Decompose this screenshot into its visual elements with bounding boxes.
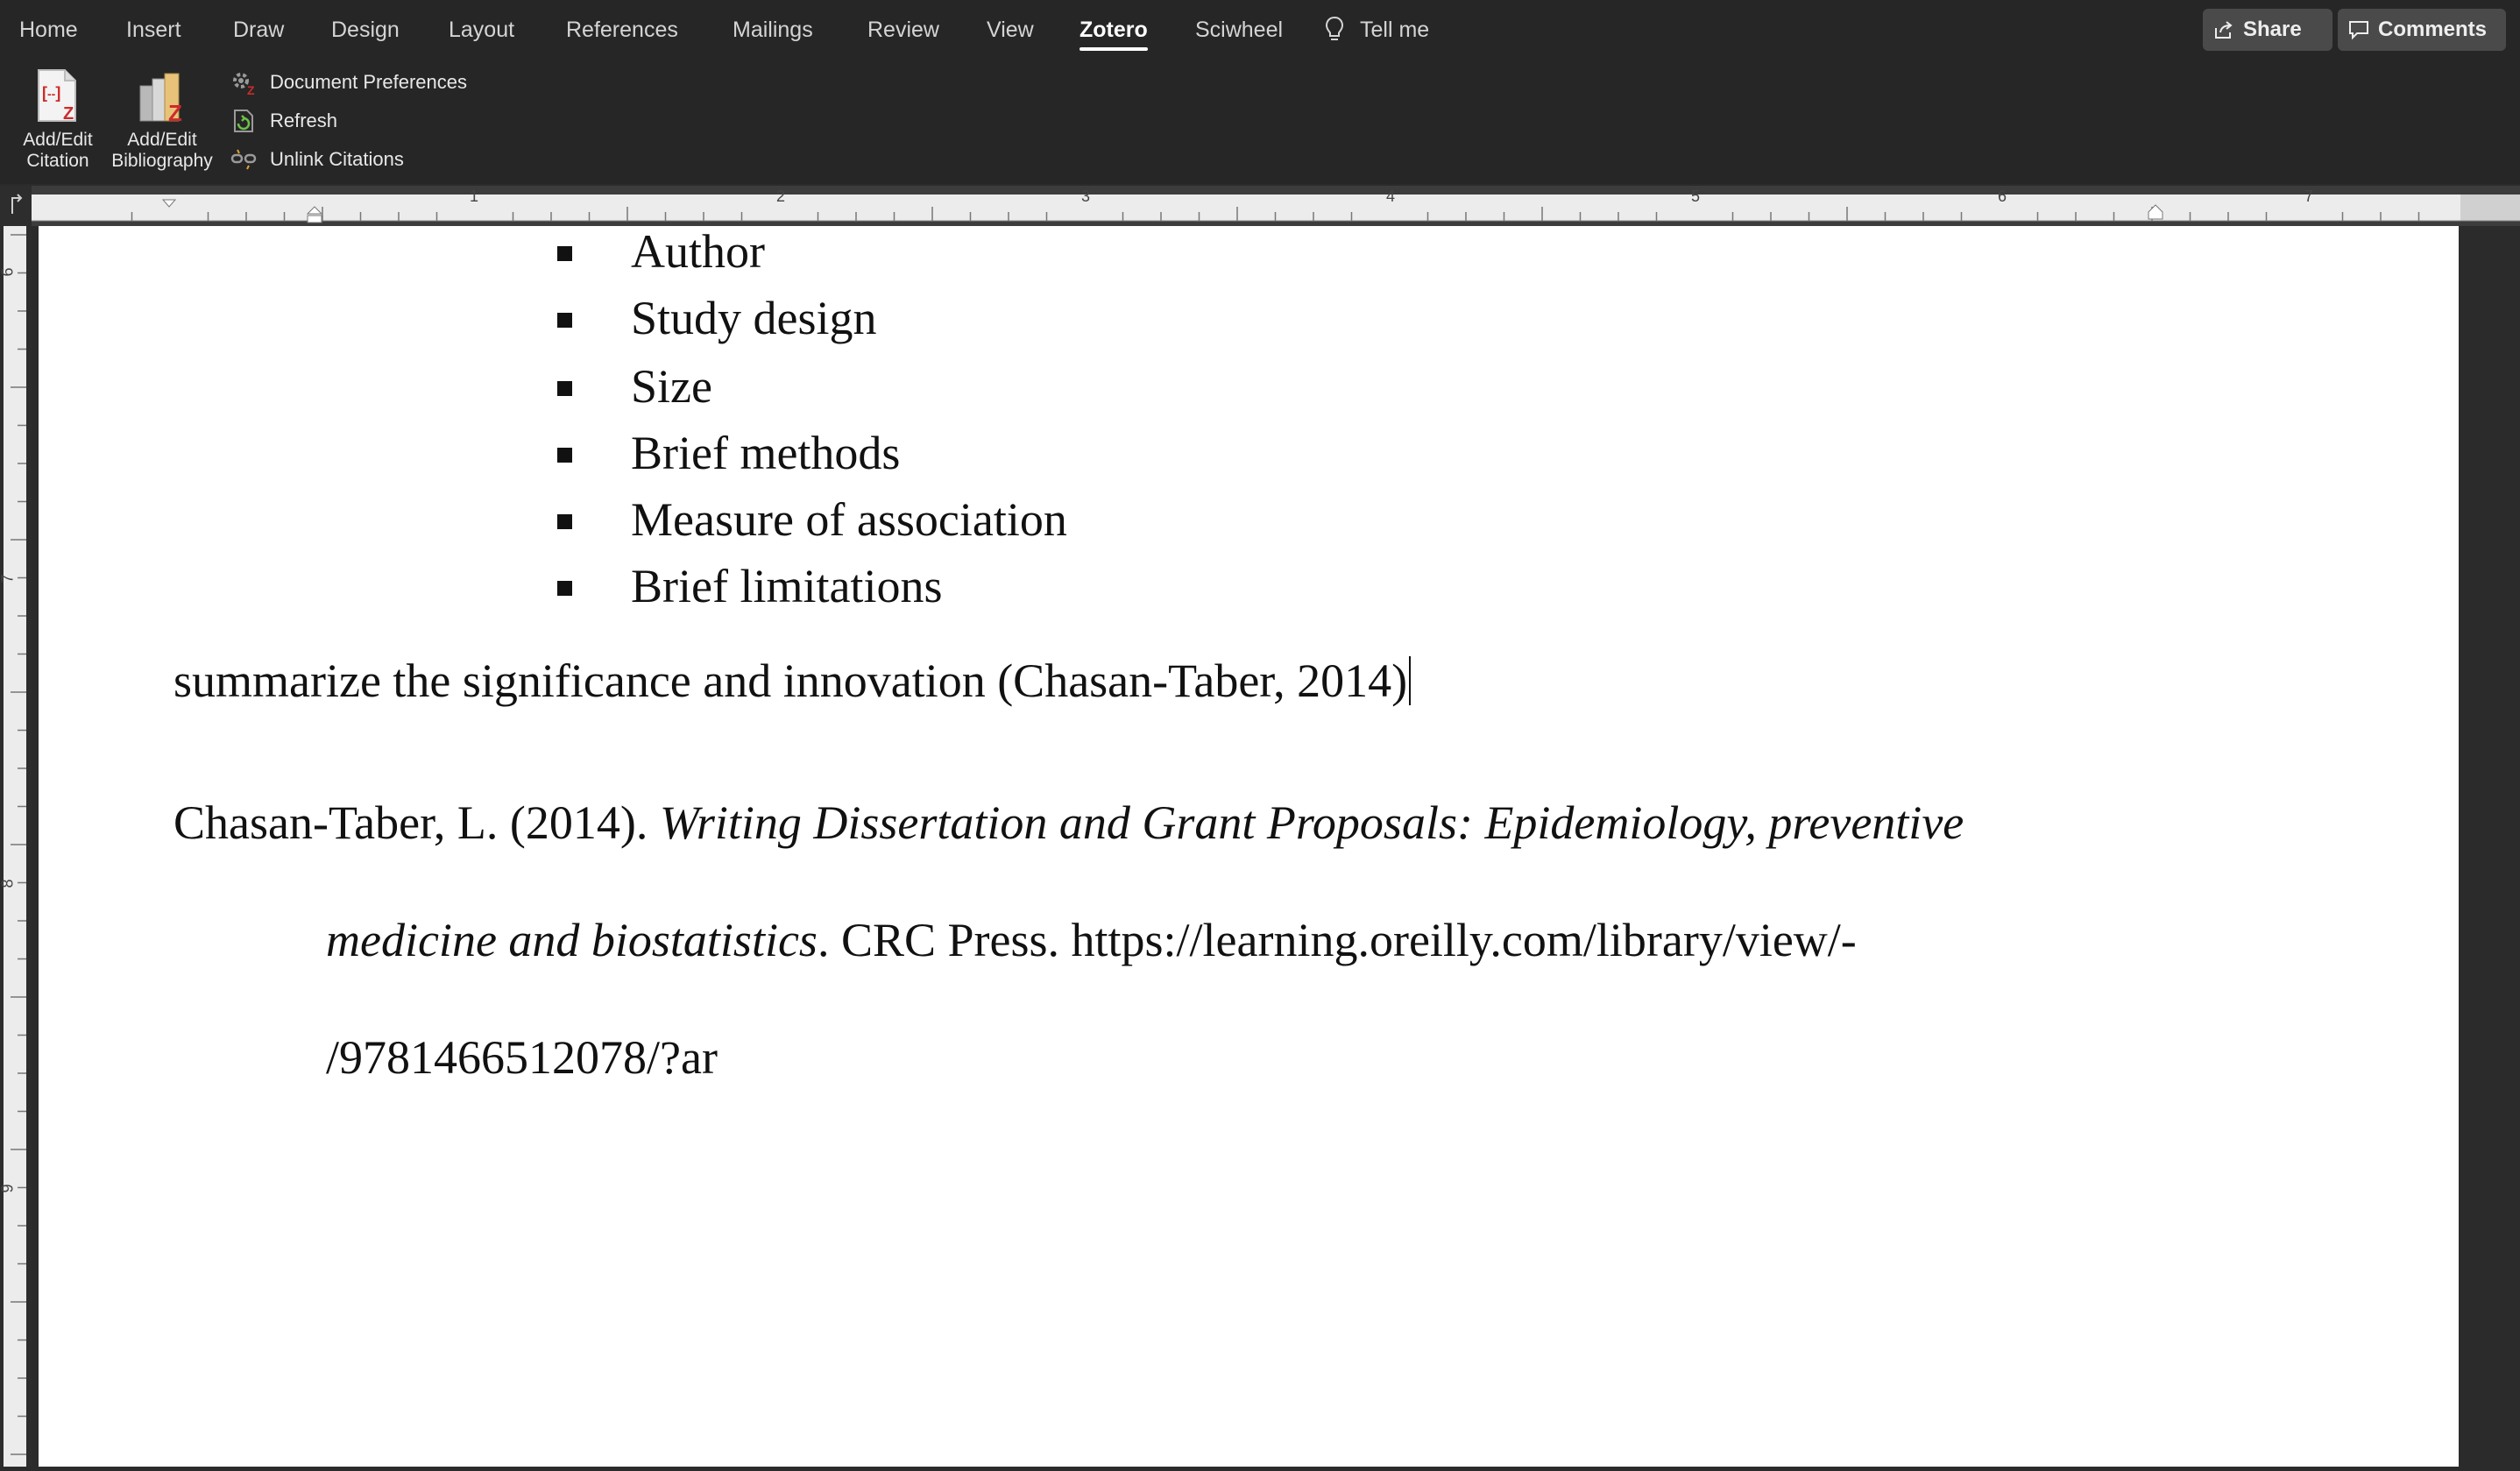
bibliography-entry-line1: Chasan-Taber, L. (2014). Writing Dissert… (173, 796, 1964, 850)
reference-publisher-url: . CRC Press. https://learning.oreilly.co… (817, 914, 1857, 966)
list-item-text: Study design (631, 292, 877, 344)
ruler-number: 7 (0, 574, 17, 583)
body-paragraph: summarize the significance and innovatio… (173, 654, 1412, 708)
share-button[interactable]: Share (2203, 9, 2332, 51)
bullet-marker (557, 448, 572, 463)
document-preferences-label: Document Preferences (270, 71, 467, 93)
ruler-number: 2 (776, 187, 786, 205)
ruler-number: 7 (2304, 187, 2314, 205)
document-page[interactable]: Author Study design Size Brief methods M… (39, 226, 2459, 1467)
zotero-citation-icon: [--] Z (38, 69, 76, 124)
comments-label: Comments (2378, 18, 2488, 41)
add-edit-bibliography-label: Add/Edit Bibliography (111, 130, 213, 171)
ruler-number: 6 (0, 267, 17, 277)
tab-zotero[interactable]: Zotero (1079, 14, 1148, 51)
gear-icon: Z (233, 73, 255, 95)
ribbon-tab-bar: Home Insert Draw Design Layout Reference… (0, 0, 2520, 60)
svg-text:[--]: [--] (42, 84, 60, 102)
paragraph-text: summarize the significance and innovatio… (173, 654, 1408, 707)
tab-layout[interactable]: Layout (449, 14, 514, 46)
zotero-ribbon: [--] Z Add/Edit Citation Z Add/Edit Bibl… (0, 60, 2520, 184)
ruler-number: 5 (1691, 187, 1701, 205)
list-item-text: Brief limitations (631, 560, 943, 612)
reference-title-continued: medicine and biostatistics (326, 914, 818, 966)
bullet-marker (557, 581, 572, 596)
tab-draw[interactable]: Draw (233, 14, 284, 46)
ruler-number: 6 (1998, 187, 2007, 205)
tab-insert[interactable]: Insert (126, 14, 181, 46)
share-label: Share (2243, 18, 2302, 41)
vertical-ruler[interactable]: 6 7 8 9 (0, 226, 32, 1467)
horizontal-ruler[interactable]: 1 2 3 4 5 6 7 (0, 186, 2520, 226)
list-item-text: Size (631, 360, 712, 413)
tab-mailings[interactable]: Mailings (733, 14, 813, 46)
tell-me-search[interactable]: Tell me (1360, 14, 1429, 46)
tab-home[interactable]: Home (19, 14, 78, 46)
add-edit-citation-button[interactable]: [--] Z Add/Edit Citation (16, 67, 100, 172)
unlink-icon (230, 149, 257, 170)
refresh-label: Refresh (270, 110, 338, 131)
comments-button[interactable]: Comments (2338, 9, 2506, 51)
comment-icon (2349, 21, 2368, 40)
svg-text:Z: Z (168, 100, 182, 124)
refresh-icon (234, 110, 253, 132)
vertical-ruler-ticks (4, 226, 26, 1467)
bullet-marker (557, 514, 572, 529)
zotero-bibliography-icon: Z (139, 73, 182, 126)
ruler-number: 8 (0, 879, 17, 888)
unlink-citations-button[interactable]: Unlink Citations (230, 144, 404, 175)
ruler-number: 4 (1386, 187, 1396, 205)
ruler-ticks (0, 186, 2520, 226)
list-item-text: Brief methods (631, 427, 901, 479)
tab-review[interactable]: Review (867, 14, 939, 46)
share-icon (2215, 21, 2233, 39)
refresh-button[interactable]: Refresh (230, 105, 337, 137)
ruler-number: 3 (1081, 187, 1091, 205)
bibliography-entry-line3: /9781466512078/?ar (326, 1030, 718, 1085)
text-cursor (1409, 656, 1412, 705)
add-edit-citation-label: Add/Edit Citation (23, 130, 93, 171)
tab-sciwheel[interactable]: Sciwheel (1195, 14, 1283, 46)
reference-author-year: Chasan-Taber, L. (2014). (173, 796, 660, 849)
bullet-marker (557, 381, 572, 396)
list-item-text: Author (631, 226, 765, 278)
tab-references[interactable]: References (566, 14, 678, 46)
document-preferences-button[interactable]: Z Document Preferences (230, 67, 467, 98)
svg-text:Z: Z (63, 104, 74, 124)
unlink-citations-label: Unlink Citations (270, 148, 404, 170)
ruler-number: 1 (470, 187, 479, 205)
lightbulb-icon (1325, 16, 1344, 40)
bibliography-entry-line2: medicine and biostatistics. CRC Press. h… (326, 913, 1857, 967)
bullet-marker (557, 313, 572, 328)
list-item-text: Measure of association (631, 493, 1067, 546)
svg-text:Z: Z (247, 83, 255, 95)
tab-design[interactable]: Design (331, 14, 400, 46)
ruler-number: 9 (0, 1184, 17, 1193)
tab-view[interactable]: View (987, 14, 1034, 46)
reference-url-tail: /9781466512078/?ar (326, 1031, 718, 1084)
bullet-marker (557, 246, 572, 261)
reference-title: Writing Dissertation and Grant Proposals… (659, 796, 1964, 849)
add-edit-bibliography-button[interactable]: Z Add/Edit Bibliography (105, 67, 219, 172)
